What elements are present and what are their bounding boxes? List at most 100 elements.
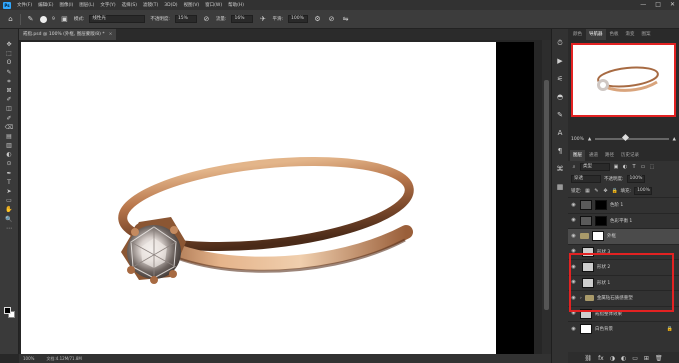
quick-select-tool-icon[interactable]: ✎	[3, 69, 15, 77]
airbrush-icon[interactable]: ✈	[258, 15, 267, 24]
tab-gradients[interactable]: 渐变	[623, 29, 638, 40]
opacity-input[interactable]: 15%	[174, 15, 197, 23]
close-icon[interactable]: ✕	[670, 1, 675, 8]
tab-patterns[interactable]: 图案	[639, 29, 654, 40]
document-canvas[interactable]	[21, 42, 496, 354]
layer-row-outer-frame[interactable]: ◉ 外框	[568, 228, 679, 244]
canvas-vertical-scrollbar[interactable]	[542, 40, 551, 354]
home-icon[interactable]: ⌂	[6, 15, 15, 24]
menu-layer[interactable]: 图层(L)	[79, 2, 94, 8]
layer-fill-input[interactable]: 100%	[634, 187, 653, 195]
tab-close-icon[interactable]: ×	[109, 32, 113, 37]
paragraph-panel-icon[interactable]: ¶	[556, 147, 565, 156]
lasso-tool-icon[interactable]: ʘ	[3, 59, 15, 67]
lock-pixels-icon[interactable]: ✎	[594, 188, 600, 194]
lock-transparency-icon[interactable]: ▦	[585, 188, 591, 194]
minimize-icon[interactable]: —	[640, 1, 646, 8]
visibility-eye-icon[interactable]: ◉	[570, 280, 577, 285]
brush-tool-icon[interactable]: ✎	[26, 15, 35, 24]
character-panel-icon[interactable]: A	[556, 129, 565, 138]
tab-color[interactable]: 颜色	[570, 29, 585, 40]
pressure-opacity-icon[interactable]: ⊘	[202, 15, 211, 24]
filter-pixel-icon[interactable]: ▣	[613, 164, 619, 170]
blend-mode-select[interactable]: 穿透	[571, 175, 601, 183]
zoom-tool-icon[interactable]: 🔍	[3, 216, 15, 224]
menu-filter[interactable]: 滤镜(T)	[143, 2, 158, 8]
crop-tool-icon[interactable]: ⌗	[3, 78, 15, 86]
symmetry-icon[interactable]: ⇋	[341, 15, 350, 24]
tab-navigator[interactable]: 导航器	[586, 29, 606, 40]
pressure-size-icon[interactable]: ⊘	[327, 15, 336, 24]
maximize-icon[interactable]: □	[655, 1, 661, 8]
marquee-tool-icon[interactable]: ⬚	[3, 50, 15, 58]
document-tab[interactable]: 戒指.psd @ 100% (外框, 图层蒙版/8) * ×	[19, 29, 117, 40]
healing-brush-tool-icon[interactable]: ◫	[3, 105, 15, 113]
visibility-eye-icon[interactable]: ◉	[570, 249, 577, 254]
visibility-eye-icon[interactable]: ◉	[570, 202, 577, 208]
new-group-icon[interactable]: ▭	[632, 355, 638, 362]
navigator-preview[interactable]	[571, 43, 676, 117]
tab-layers[interactable]: 图层	[570, 150, 585, 161]
more-tools-icon[interactable]: ⋯	[3, 225, 15, 233]
visibility-eye-icon[interactable]: ◉	[570, 233, 577, 239]
menu-3d[interactable]: 3D(D)	[164, 3, 177, 8]
visibility-eye-icon[interactable]: ◉	[570, 326, 577, 332]
mask-thumbnail[interactable]	[592, 231, 604, 242]
adjustment-layer-icon[interactable]: ◐	[621, 355, 626, 362]
menu-edit[interactable]: 编辑(E)	[38, 2, 53, 8]
pen-tool-icon[interactable]: ✒	[3, 170, 15, 178]
menu-image[interactable]: 图像(I)	[59, 2, 73, 8]
menu-file[interactable]: 文件(F)	[17, 2, 32, 8]
tab-paths[interactable]: 路径	[602, 150, 617, 161]
dodge-tool-icon[interactable]: ⊙	[3, 160, 15, 168]
libraries-panel-icon[interactable]: ▦	[556, 183, 565, 192]
zoom-slider-knob[interactable]	[622, 133, 630, 142]
layer-row-color-balance[interactable]: ◉ 色彩平衡 1	[568, 212, 679, 229]
trash-icon[interactable]: 🗑	[655, 355, 663, 362]
history-panel-icon[interactable]: ⏱	[556, 39, 565, 48]
fx-icon[interactable]: fx	[598, 355, 604, 362]
visibility-eye-icon[interactable]: ◉	[570, 264, 577, 270]
glyphs-panel-icon[interactable]: ⌘	[556, 165, 565, 174]
mask-thumbnail[interactable]	[595, 215, 607, 226]
mask-thumbnail[interactable]	[595, 200, 607, 211]
layer-row-shape-3[interactable]: ◉ 形状 3	[568, 243, 679, 260]
layer-row-shape-2[interactable]: ◉ 形状 2	[568, 259, 679, 275]
lock-position-icon[interactable]: ✥	[603, 188, 609, 194]
filter-adjustment-icon[interactable]: ◐	[622, 164, 628, 170]
visibility-eye-icon[interactable]: ◉	[570, 311, 577, 316]
gear-icon[interactable]: ⚙	[313, 15, 322, 24]
actions-panel-icon[interactable]: ▶	[556, 57, 565, 66]
brush-preset-dot[interactable]	[40, 15, 47, 23]
visibility-eye-icon[interactable]: ◉	[570, 218, 577, 223]
zoom-out-icon[interactable]: ▲	[588, 137, 591, 142]
adjustments-panel-icon[interactable]: ◓	[556, 93, 565, 102]
rectangle-tool-icon[interactable]: ▭	[3, 197, 15, 205]
navigator-zoom-slider[interactable]	[595, 133, 669, 142]
menu-type[interactable]: 文字(Y)	[100, 2, 115, 8]
filter-smart-icon[interactable]: ⬚	[649, 164, 655, 170]
brush-settings-panel-icon[interactable]: ✎	[556, 111, 565, 120]
scrollbar-thumb[interactable]	[544, 80, 549, 310]
blur-tool-icon[interactable]: ◐	[3, 151, 15, 159]
frame-tool-icon[interactable]: ⊠	[3, 87, 15, 95]
brush-settings-icon[interactable]: ▣	[60, 15, 69, 24]
mode-select[interactable]: 线性光	[89, 15, 146, 23]
lock-all-icon[interactable]: 🔒	[612, 188, 618, 194]
tab-channels[interactable]: 通道	[586, 150, 601, 161]
eyedropper-tool-icon[interactable]: ✐	[3, 96, 15, 104]
layer-row-levels[interactable]: ◉ 色阶 1	[568, 197, 679, 213]
gradient-tool-icon[interactable]: ▥	[3, 142, 15, 150]
expand-chevron-icon[interactable]: ›	[580, 296, 582, 301]
menu-window[interactable]: 窗口(W)	[205, 2, 222, 8]
add-mask-icon[interactable]: ◑	[610, 355, 615, 362]
properties-panel-icon[interactable]: ⚟	[556, 75, 565, 84]
tab-history[interactable]: 历史记录	[618, 150, 642, 161]
layer-filter-select[interactable]: 类型	[580, 163, 610, 171]
menu-select[interactable]: 选择(S)	[122, 2, 137, 8]
tab-swatches[interactable]: 色板	[607, 29, 622, 40]
new-layer-icon[interactable]: ⊞	[644, 355, 649, 362]
canvas-area[interactable]	[19, 40, 542, 354]
filter-type-icon[interactable]: T	[631, 164, 637, 170]
foreground-color-swatch[interactable]	[4, 307, 11, 314]
